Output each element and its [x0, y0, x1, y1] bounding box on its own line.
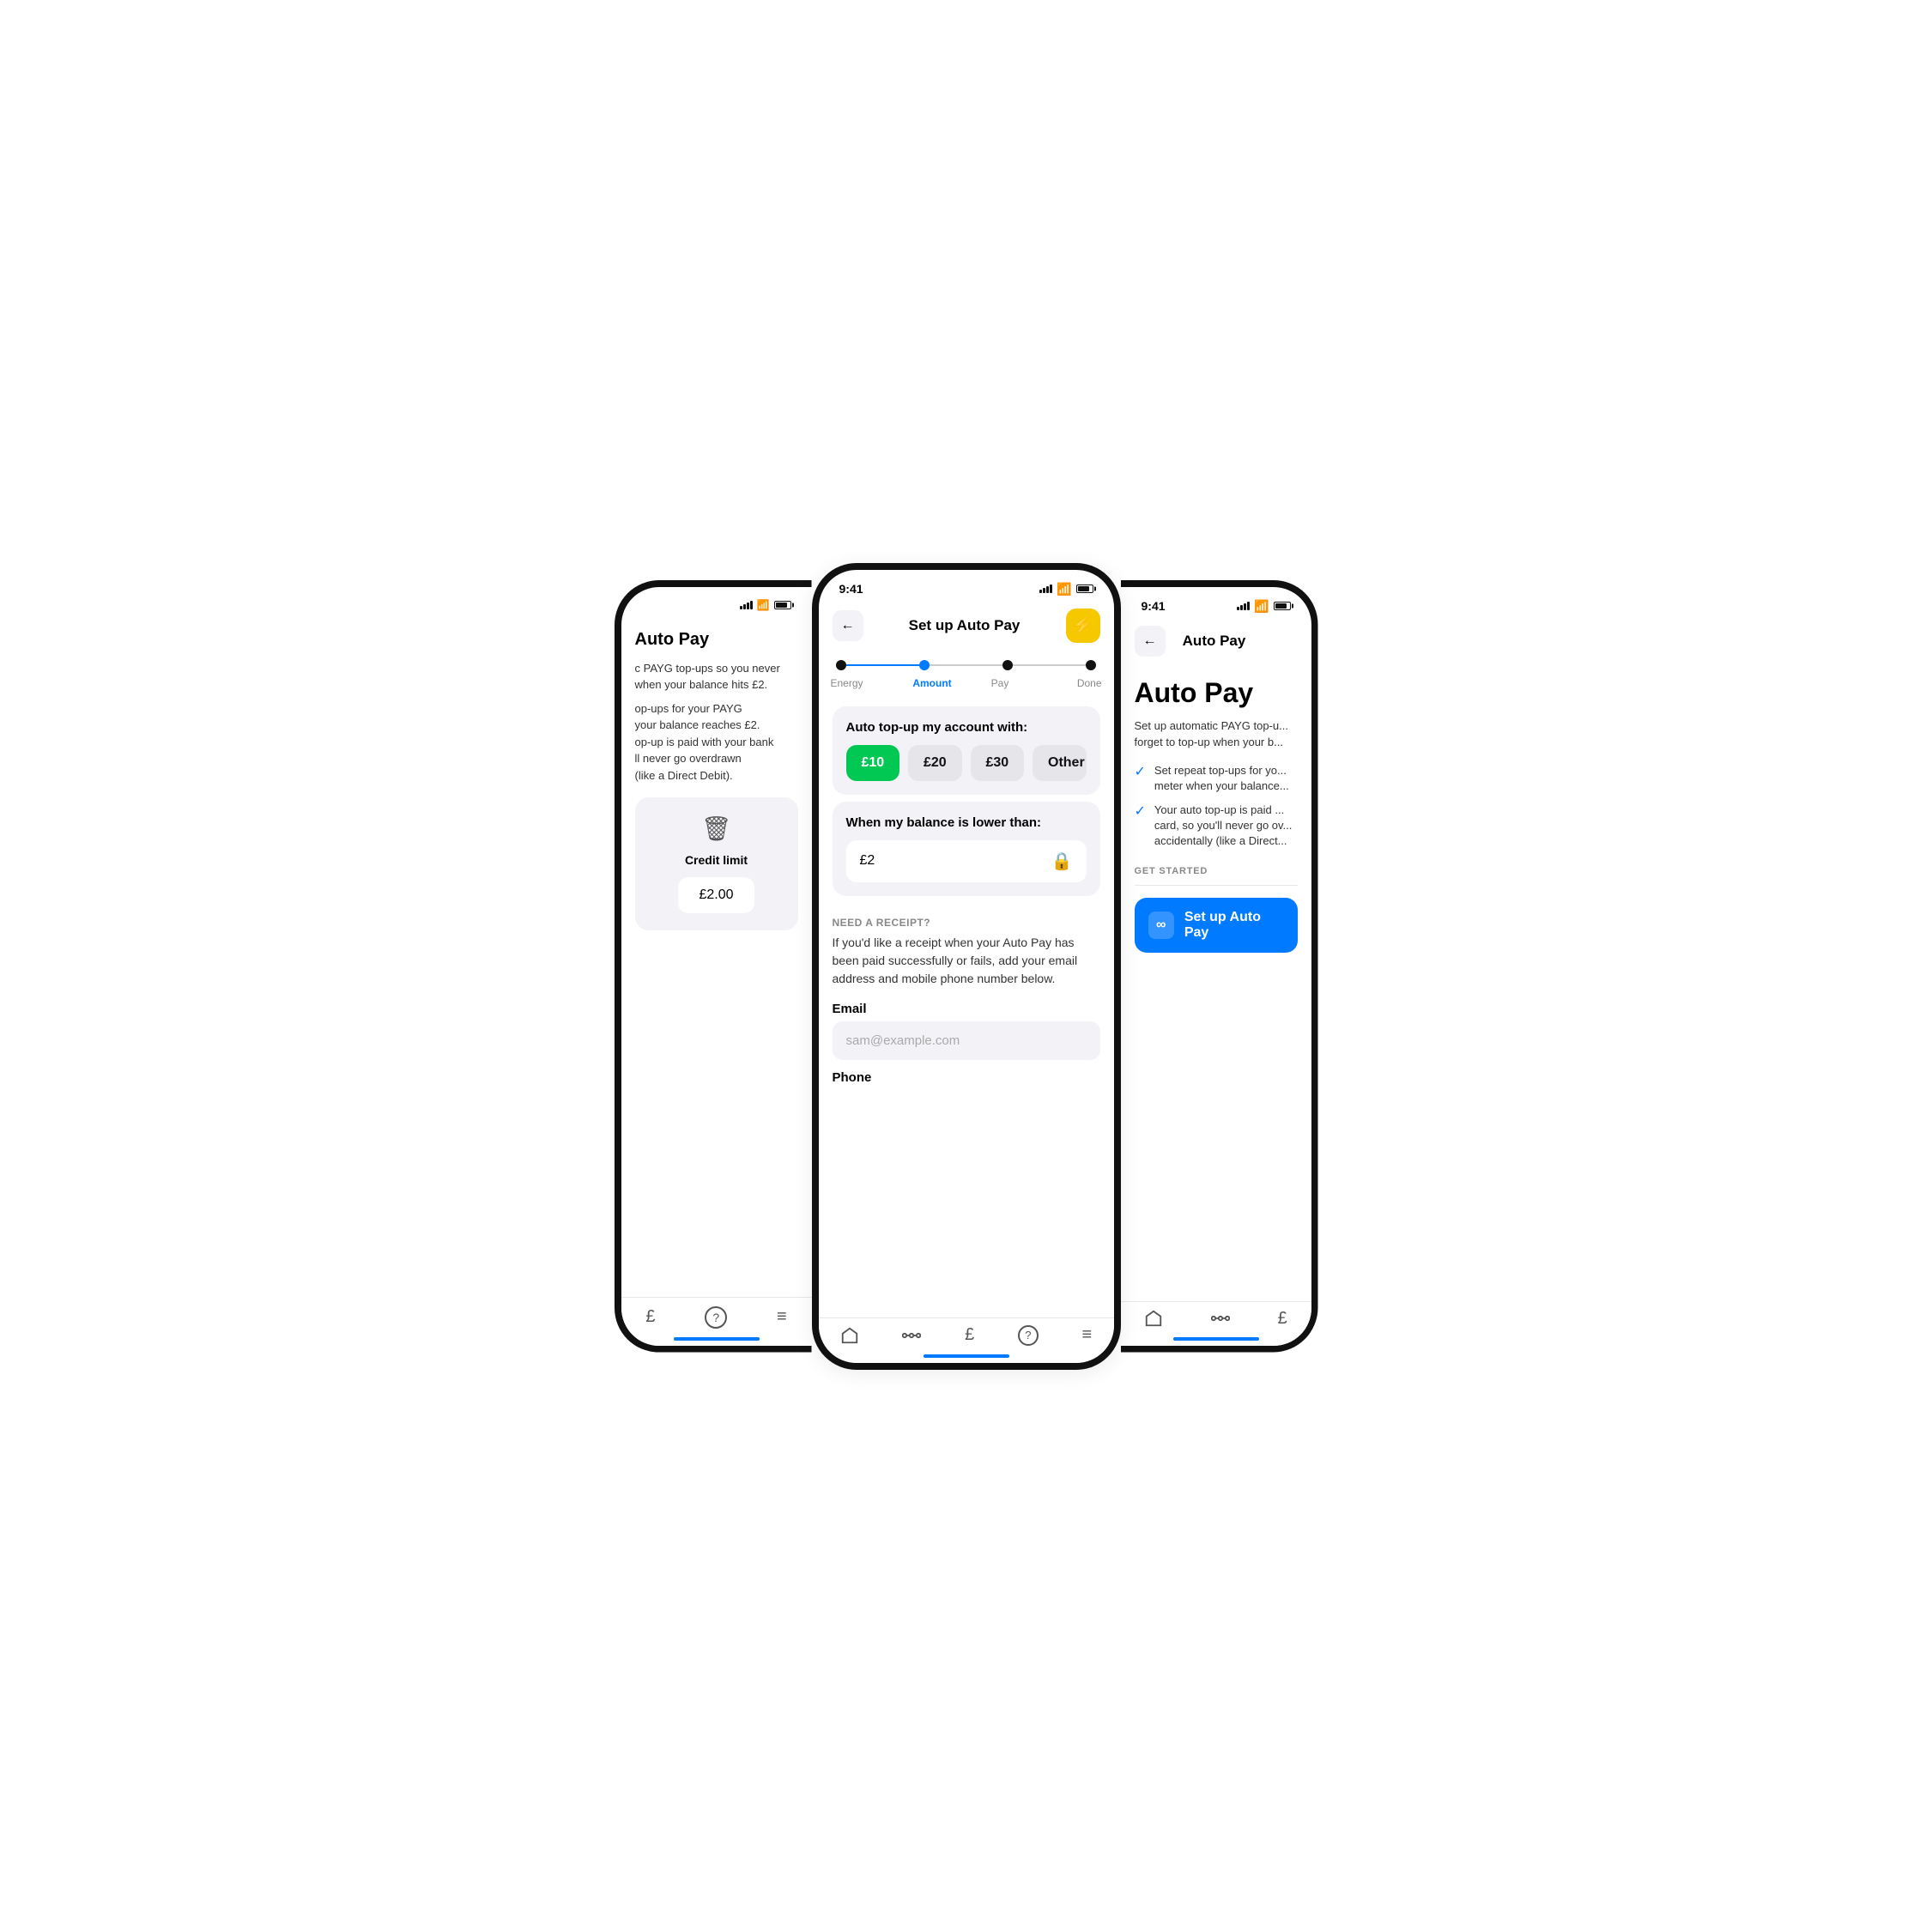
credit-value: £2.00 [678, 877, 754, 913]
receipt-desc: If you'd like a receipt when your Auto P… [833, 934, 1100, 988]
bottom-nav-right: £ [1121, 1301, 1311, 1346]
phone-label: Phone [833, 1070, 1100, 1085]
lock-icon: 🔒 [1051, 851, 1073, 872]
time-center: 9:41 [839, 582, 863, 596]
stepper-labels: Energy Amount Pay Done [819, 674, 1114, 700]
nav-header-center: ← Set up Auto Pay ⚡ [819, 602, 1114, 650]
bottom-bar-left [674, 1337, 760, 1341]
nav-title-center: Set up Auto Pay [909, 617, 1021, 634]
status-bar-right: 9:41 📶 [1121, 587, 1311, 619]
check-text-1: Set repeat top-ups for yo...meter when y… [1154, 763, 1289, 794]
email-input[interactable]: sam@example.com [833, 1021, 1100, 1060]
check-mark-1: ✓ [1135, 763, 1146, 794]
bottom-nav-left: £ ? ≡ [621, 1297, 812, 1346]
setup-auto-pay-button[interactable]: ∞ Set up Auto Pay [1135, 898, 1298, 953]
step-dot-2 [1002, 660, 1013, 670]
email-label: Email [833, 1002, 1100, 1016]
left-desc1: c PAYG top-ups so you neverwhen your bal… [635, 660, 798, 693]
get-started-label: GET STARTED [1135, 866, 1298, 876]
back-button-right[interactable]: ← [1135, 626, 1166, 657]
phone-center: 9:41 📶 ← Set up Auto Pay ⚡ [812, 563, 1121, 1370]
check-item-2: ✓ Your auto top-up is paid ...card, so y… [1135, 802, 1298, 850]
topup-card-title: Auto top-up my account with: [846, 720, 1087, 735]
balance-value: £2 [860, 853, 875, 869]
screenshot-container: 📶 Auto Pay c PAYG top-ups so you neverwh… [512, 512, 1421, 1421]
right-desc: Set up automatic PAYG top-u...forget to … [1135, 718, 1298, 751]
nav-home-right[interactable] [1144, 1309, 1163, 1328]
status-bar-center: 9:41 📶 [819, 570, 1114, 602]
receipt-section: NEED A RECEIPT? If you'd like a receipt … [819, 903, 1114, 1104]
bottom-bar-center [924, 1354, 1009, 1358]
progress-stepper [819, 650, 1114, 674]
step-label-done: Done [1034, 677, 1102, 689]
credit-card: 🗑 Credit limit £2.00 [635, 797, 798, 930]
phone-right: 9:41 📶 ← Auto Pay Auto Pay Set up [1121, 580, 1318, 1353]
right-heading: Auto Pay [1135, 677, 1298, 709]
left-desc2: op-ups for your PAYGyour balance reaches… [635, 700, 798, 784]
nav-item-pound-left[interactable]: £ [645, 1307, 655, 1327]
check-text-2: Your auto top-up is paid ...card, so you… [1154, 802, 1293, 850]
time-right: 9:41 [1142, 599, 1166, 613]
nav-help-center[interactable]: ? [1018, 1325, 1039, 1346]
left-phone-content: Auto Pay c PAYG top-ups so you neverwhen… [621, 616, 812, 945]
step-label-energy: Energy [831, 677, 899, 689]
amount-btn-30[interactable]: £30 [971, 745, 1025, 781]
amount-btn-other[interactable]: Other [1033, 745, 1087, 781]
right-phone-content: Auto Pay Set up automatic PAYG top-u...f… [1121, 663, 1311, 967]
setup-btn-label: Set up Auto Pay [1184, 910, 1284, 941]
balance-card-title: When my balance is lower than: [846, 815, 1087, 830]
check-item-1: ✓ Set repeat top-ups for yo...meter when… [1135, 763, 1298, 794]
lightning-button[interactable]: ⚡ [1066, 609, 1100, 643]
topup-amount-card: Auto top-up my account with: £10 £20 £30… [833, 706, 1100, 795]
step-dot-3 [1086, 660, 1096, 670]
check-list: ✓ Set repeat top-ups for yo...meter when… [1135, 763, 1298, 850]
bottom-nav-center: £ ? ≡ [819, 1317, 1114, 1363]
balance-threshold-card: When my balance is lower than: £2 🔒 [833, 802, 1100, 896]
step-label-amount: Amount [899, 677, 966, 689]
nav-pound-center[interactable]: £ [965, 1325, 974, 1345]
nav-header-right: ← Auto Pay [1121, 619, 1311, 663]
back-button-center[interactable]: ← [833, 610, 863, 641]
step-line-2 [1013, 664, 1086, 666]
credit-label: Credit limit [685, 853, 748, 867]
nav-title-right: Auto Pay [1183, 633, 1246, 650]
step-dot-0 [836, 660, 846, 670]
trash-icon: 🗑 [701, 815, 732, 843]
check-mark-2: ✓ [1135, 802, 1146, 850]
bottom-bar-right [1173, 1337, 1259, 1341]
step-label-pay: Pay [966, 677, 1034, 689]
balance-row: £2 🔒 [846, 840, 1087, 882]
receipt-label: NEED A RECEIPT? [833, 917, 1100, 929]
phone-left: 📶 Auto Pay c PAYG top-ups so you neverwh… [615, 580, 812, 1353]
step-line-0 [846, 664, 919, 666]
nav-menu-center[interactable]: ≡ [1082, 1325, 1093, 1345]
step-dot-1 [919, 660, 930, 670]
nav-item-menu-left[interactable]: ≡ [777, 1307, 787, 1327]
nav-pound-right[interactable]: £ [1278, 1309, 1287, 1329]
amount-buttons: £10 £20 £30 Other [846, 745, 1087, 781]
nav-usage-right[interactable] [1211, 1312, 1230, 1324]
infinity-icon: ∞ [1148, 911, 1174, 939]
step-line-1 [930, 664, 1002, 666]
amount-btn-20[interactable]: £20 [908, 745, 962, 781]
amount-btn-10[interactable]: £10 [846, 745, 900, 781]
status-bar-left: 📶 [621, 587, 812, 616]
nav-usage-center[interactable] [902, 1329, 921, 1341]
left-title: Auto Pay [635, 630, 798, 650]
nav-item-help-left[interactable]: ? [705, 1306, 727, 1329]
nav-home-center[interactable] [840, 1326, 859, 1345]
